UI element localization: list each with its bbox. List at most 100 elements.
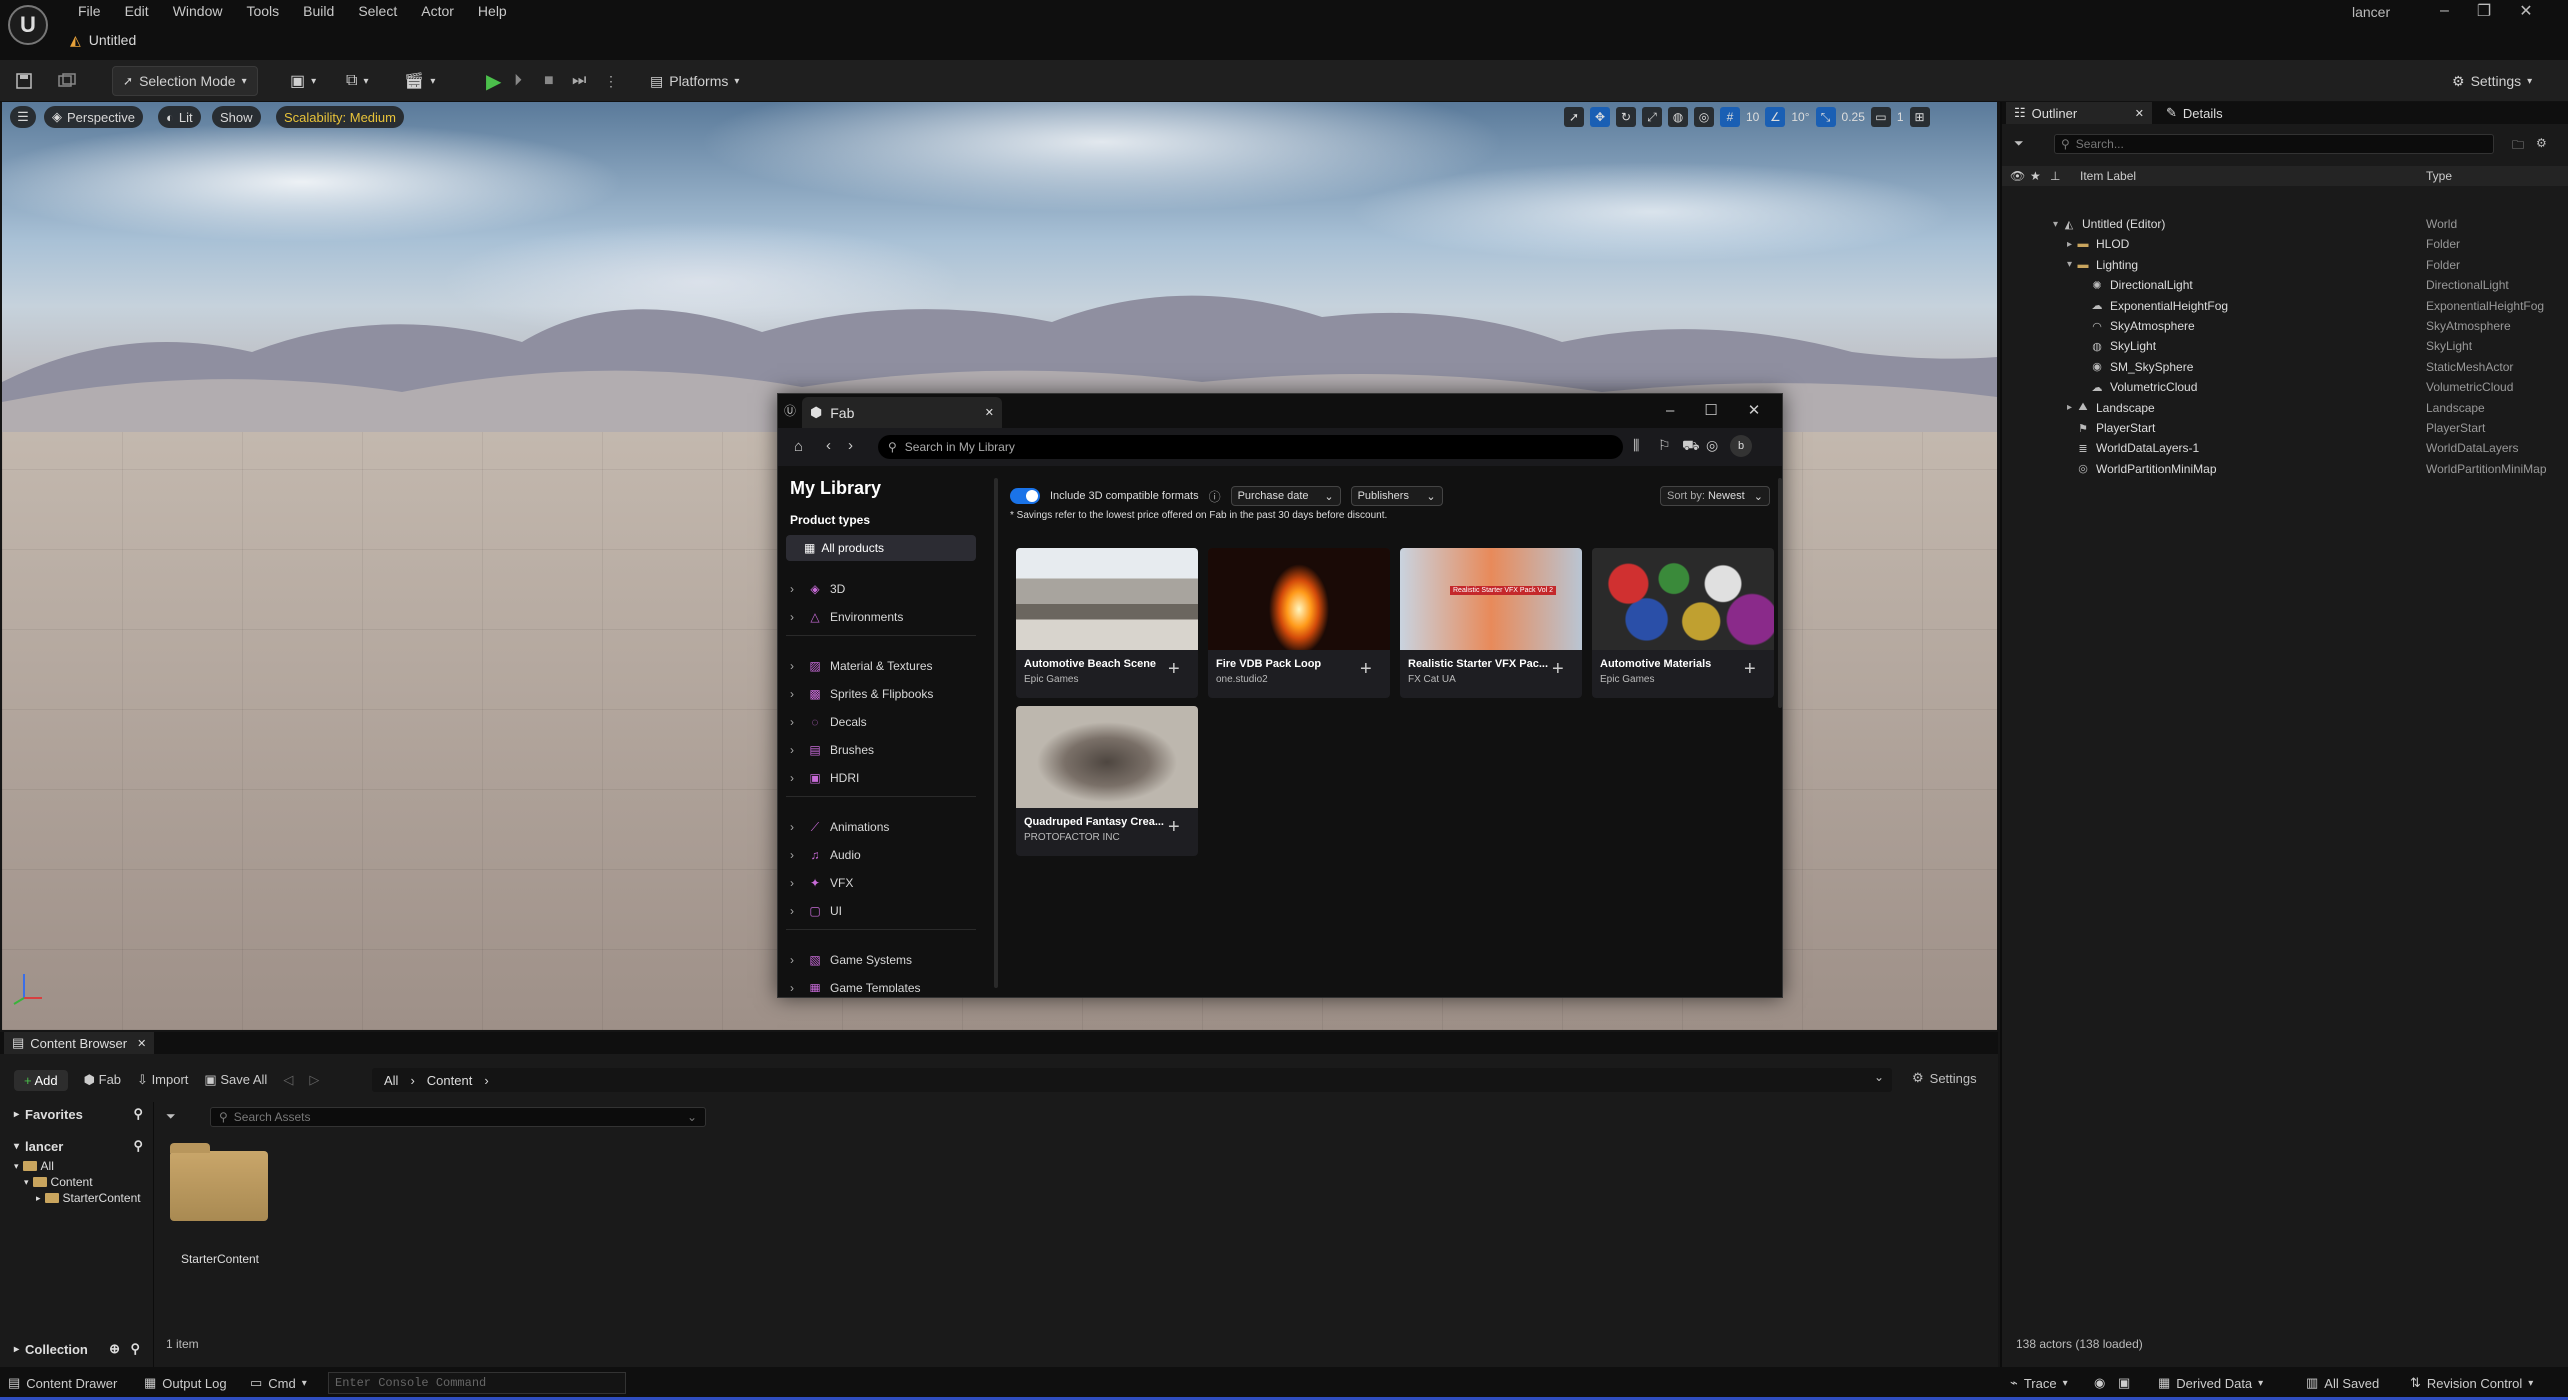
product-card[interactable]: Fire VDB Pack Loop one.studio2 + — [1208, 548, 1390, 698]
level-tab[interactable]: ◭ Untitled — [70, 26, 136, 54]
scale-tool-icon[interactable]: ⤢ — [1642, 107, 1662, 127]
category-item[interactable]: › ⟋ Animations — [786, 813, 976, 841]
fab-tab[interactable]: ⬢ Fab ✕ — [802, 397, 1002, 428]
viewport-menu-icon[interactable]: ☰ — [10, 106, 36, 128]
outliner-row[interactable]: ◎ WorldPartitionMiniMap WorldPartitionMini… — [2002, 459, 2568, 479]
all-saved-button[interactable]: ▥ All Saved — [2306, 1373, 2379, 1393]
outliner-row[interactable]: ◠ SkyAtmosphere SkyAtmosphere — [2002, 316, 2568, 336]
back-icon[interactable]: ‹ — [826, 437, 831, 454]
lit-button[interactable]: ◐ Lit — [158, 106, 201, 128]
sort-dropdown[interactable]: Sort by: Newest ⌄ — [1660, 486, 1770, 506]
minimize-icon[interactable]: – — [1666, 402, 1674, 419]
category-item[interactable]: › ▢ UI — [786, 897, 976, 925]
outliner-row[interactable]: ☁ ExponentialHeightFog ExponentialHeightFo… — [2002, 296, 2568, 316]
tree-item-startercontent[interactable]: ▸ StarterContent — [4, 1190, 153, 1206]
category-item[interactable]: › ◌ Decals — [786, 708, 976, 736]
globe-icon[interactable]: ◎ — [1706, 437, 1718, 454]
include-3d-toggle[interactable] — [1010, 488, 1040, 504]
add-to-project-icon[interactable]: + — [1168, 658, 1180, 681]
maximize-viewport-icon[interactable]: ⊞ — [1909, 107, 1930, 127]
add-folder-icon[interactable]: 🗀︎ — [2512, 136, 2524, 157]
outliner-row[interactable]: ☁ VolumetricCloud VolumetricCloud — [2002, 377, 2568, 397]
close-tab-icon[interactable]: ✕ — [985, 406, 994, 419]
category-item[interactable]: › ▧ Game Systems — [786, 946, 976, 974]
breadcrumb-content[interactable]: Content — [427, 1073, 473, 1088]
menu-select[interactable]: Select — [346, 0, 409, 22]
tree-item-content[interactable]: ▾ Content — [4, 1174, 153, 1190]
expander-icon[interactable]: ▾ — [2002, 259, 2076, 270]
show-button[interactable]: Show — [212, 106, 261, 128]
rotation-snap-value[interactable]: 10° — [1791, 110, 1809, 124]
scale-snap-value[interactable]: 0.25 — [1842, 110, 1865, 124]
purchase-date-dropdown[interactable]: Purchase date ⌄ — [1230, 486, 1341, 506]
fab-search-input[interactable]: ⚲ Search in My Library — [878, 435, 1623, 459]
outliner-row[interactable]: ▸ ▬ HLOD Folder — [2002, 234, 2568, 254]
eject-icon[interactable]: ⏭ — [572, 66, 586, 96]
screenshot-icon[interactable]: ▣ — [2118, 1373, 2130, 1393]
settings-dropdown[interactable]: ⚙ Settings ▾ — [2452, 66, 2532, 96]
select-tool-icon[interactable]: ➚ — [1564, 107, 1584, 127]
camera-speed-icon[interactable]: ▭ — [1870, 107, 1891, 127]
stop-icon[interactable]: ■ — [544, 66, 554, 96]
back-icon[interactable]: ◁ — [283, 1072, 293, 1088]
add-to-project-icon[interactable]: + — [1360, 658, 1372, 681]
rotation-snap-icon[interactable]: ∠ — [1765, 107, 1786, 127]
search-icon[interactable]: ⚲ — [133, 1106, 143, 1122]
grid-snap-value[interactable]: 10 — [1746, 110, 1759, 124]
menu-file[interactable]: File — [66, 0, 113, 22]
grid-snap-icon[interactable]: # — [1720, 107, 1740, 127]
content-browser-settings[interactable]: ⚙ Settings — [1912, 1070, 1977, 1086]
fab-button[interactable]: ⬢ Fab — [84, 1072, 121, 1088]
folder-tile-icon[interactable] — [170, 1143, 268, 1221]
close-icon[interactable]: ✕ — [1748, 401, 1761, 419]
play-icon[interactable]: ▶ — [486, 66, 501, 96]
add-button[interactable]: + Add — [14, 1069, 68, 1091]
tab-details[interactable]: ✎ Details — [2158, 102, 2231, 124]
console-input[interactable]: Enter Console Command — [328, 1372, 626, 1394]
save-all-button[interactable]: ▣ Save All — [204, 1072, 267, 1088]
publishers-dropdown[interactable]: Publishers ⌄ — [1350, 486, 1443, 506]
unreal-logo[interactable]: U — [8, 5, 48, 45]
scale-snap-icon[interactable]: ⤡ — [1815, 107, 1836, 127]
menu-build[interactable]: Build — [291, 0, 346, 22]
forward-icon[interactable]: › — [848, 437, 853, 454]
outliner-row[interactable]: ▸ ⛰ Landscape Landscape — [2002, 398, 2568, 418]
help-icon[interactable]: ⓘ — [1209, 488, 1221, 505]
product-card[interactable]: Quadruped Fantasy Crea... PROTOFACTOR IN… — [1016, 706, 1198, 856]
add-to-project-icon[interactable]: + — [1744, 658, 1756, 681]
category-item[interactable]: › ▣ HDRI — [786, 764, 976, 792]
translate-tool-icon[interactable]: ✥ — [1590, 107, 1610, 127]
star-icon[interactable]: ★ — [2030, 169, 2041, 183]
minimize-icon[interactable]: – — [2440, 2, 2449, 20]
add-collection-icon[interactable]: ⊕ — [109, 1341, 120, 1357]
outliner-search-input[interactable]: ⚲ Search... — [2054, 134, 2494, 154]
avatar[interactable]: b — [1730, 435, 1752, 457]
asset-search-input[interactable]: ⚲ Search Assets ⌄ — [210, 1107, 706, 1127]
category-item[interactable]: › ◈ 3D — [786, 575, 976, 603]
restore-icon[interactable]: ❐ — [2477, 1, 2491, 21]
cart-icon[interactable]: ⛟ — [1682, 437, 1700, 456]
tree-item-all[interactable]: ▾ All — [4, 1158, 153, 1174]
add-actor-icon[interactable]: ▣ ▾ — [290, 66, 316, 96]
cinematics-icon[interactable]: 🎬︎ ▾ — [404, 66, 435, 96]
output-log-button[interactable]: ▦ Output Log — [144, 1373, 227, 1393]
step-icon[interactable]: ⏵ — [514, 66, 522, 96]
collection-section[interactable]: ▸ Collection ⊕ ⚲ — [4, 1337, 150, 1361]
rotate-tool-icon[interactable]: ↻ — [1616, 107, 1636, 127]
category-item[interactable]: › ▩ Sprites & Flipbooks — [786, 680, 976, 708]
platforms-dropdown[interactable]: ▤ Platforms ▾ — [650, 66, 739, 96]
derived-data-dropdown[interactable]: ▦ Derived Data ▾ — [2158, 1373, 2263, 1393]
scalability-button[interactable]: Scalability: Medium — [276, 106, 404, 128]
revision-control-dropdown[interactable]: ⇅ Revision Control ▾ — [2410, 1373, 2533, 1393]
menu-window[interactable]: Window — [161, 0, 235, 22]
home-icon[interactable]: ⌂ — [794, 438, 803, 455]
category-item[interactable]: › △ Environments — [786, 603, 976, 631]
project-section[interactable]: ▾ lancer ⚲ — [4, 1134, 153, 1158]
surface-snap-icon[interactable]: ◎ — [1694, 107, 1714, 127]
add-to-project-icon[interactable]: + — [1552, 658, 1564, 681]
expander-icon[interactable]: ▸ — [2002, 402, 2076, 413]
product-card[interactable]: Automotive Beach Scene Epic Games + — [1016, 548, 1198, 698]
close-icon[interactable]: ✕ — [2519, 1, 2532, 21]
category-item[interactable]: › ▦ Game Templates — [786, 974, 976, 992]
search-icon[interactable]: ⚲ — [130, 1341, 140, 1357]
